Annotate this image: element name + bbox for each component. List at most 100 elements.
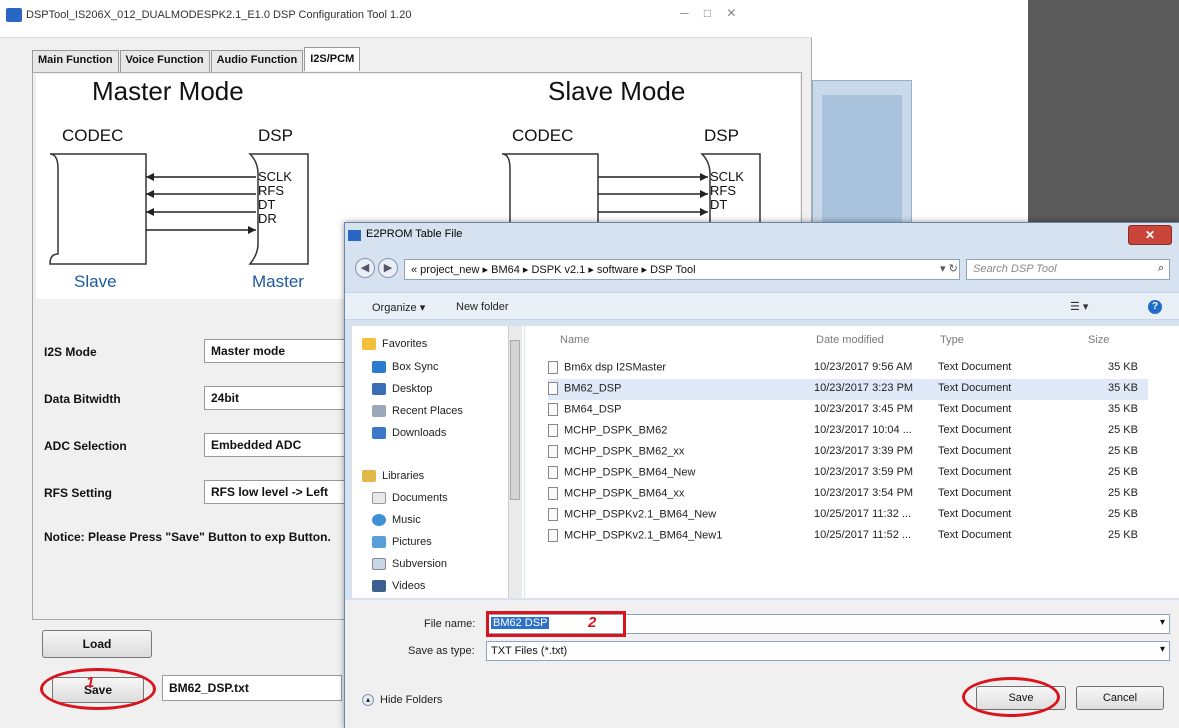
forward-icon[interactable]: ▶: [378, 258, 398, 278]
downloads-icon: [372, 427, 386, 439]
data-bitwidth-label: Data Bitwidth: [44, 392, 121, 406]
file-row[interactable]: MCHP_DSPK_BM62 10/23/2017 10:04 ... Text D…: [548, 421, 1148, 442]
signal-sclk: SCLK: [710, 169, 744, 184]
chevron-down-icon[interactable]: ▾: [1160, 617, 1165, 628]
i2s-mode-select[interactable]: Master mode: [204, 339, 354, 363]
search-icon[interactable]: ⌕: [1158, 262, 1164, 275]
app-title: DSPTool_IS206X_012_DUALMODESPK2.1_E1.0 D…: [26, 9, 412, 21]
text-file-icon: [548, 487, 558, 500]
rfs-setting-label: RFS Setting: [44, 486, 112, 500]
master-codec-role: Slave: [74, 272, 117, 291]
signal-sclk: SCLK: [258, 169, 292, 184]
text-file-icon: [548, 424, 558, 437]
save-type-label: Save as type:: [408, 645, 475, 657]
back-icon[interactable]: ◀: [355, 258, 375, 278]
nav-box-sync[interactable]: Box Sync: [372, 361, 438, 373]
file-row[interactable]: BM64_DSP 10/23/2017 3:45 PM Text Document 3…: [548, 400, 1148, 421]
text-file-icon: [548, 529, 558, 542]
nav-pictures[interactable]: Pictures: [372, 536, 432, 548]
nav-scrollbar-thumb[interactable]: [510, 340, 520, 500]
star-icon: [362, 338, 376, 350]
signal-rfs: RFS: [710, 183, 736, 198]
data-bitwidth-select[interactable]: 24bit: [204, 386, 354, 410]
master-dsp-label: DSP: [258, 126, 293, 145]
nav-favorites[interactable]: Favorites: [362, 338, 427, 350]
search-input[interactable]: Search DSP Tool: [966, 259, 1170, 280]
text-file-icon: [548, 361, 558, 374]
window-controls[interactable]: ─ □ ✕: [680, 6, 742, 20]
close-icon[interactable]: ✕: [1128, 225, 1172, 245]
file-row[interactable]: Bm6x dsp I2SMaster 10/23/2017 9:56 AM Text…: [548, 358, 1148, 379]
column-name[interactable]: Name: [560, 334, 589, 346]
cancel-button[interactable]: Cancel: [1076, 686, 1164, 710]
nav-recent-places[interactable]: Recent Places: [372, 405, 463, 417]
column-date[interactable]: Date modified: [816, 334, 884, 346]
i2s-mode-label: I2S Mode: [44, 345, 97, 359]
nav-subversion[interactable]: Subversion: [372, 558, 447, 570]
address-bar[interactable]: « project_new ▸ BM64 ▸ DSPK v2.1 ▸ softw…: [404, 259, 960, 280]
hide-folders-button[interactable]: ▴ Hide Folders: [362, 694, 442, 706]
text-file-icon: [548, 508, 558, 521]
nav-downloads[interactable]: Downloads: [372, 427, 446, 439]
master-codec-label: CODEC: [62, 126, 124, 145]
subversion-icon: [372, 558, 386, 570]
highlight-ellipse-dialog-save: [962, 677, 1060, 717]
text-file-icon: [548, 445, 558, 458]
nav-videos[interactable]: Videos: [372, 580, 425, 592]
videos-icon: [372, 580, 386, 592]
slave-signal-list: SCLK RFS DT: [710, 170, 744, 212]
help-icon[interactable]: ?: [1148, 300, 1162, 314]
file-row[interactable]: MCHP_DSPKv2.1_BM64_New 10/25/2017 11:32 .…: [548, 505, 1148, 526]
nav-documents[interactable]: Documents: [372, 492, 448, 504]
signal-dr: DR: [258, 211, 277, 226]
tab-i2s-pcm[interactable]: I2S/PCM: [304, 47, 361, 71]
file-row[interactable]: MCHP_DSPKv2.1_BM64_New1 10/25/2017 11:52 …: [548, 526, 1148, 547]
nav-libraries[interactable]: Libraries: [362, 470, 424, 482]
filename-field[interactable]: BM62_DSP.txt: [162, 675, 342, 701]
recent-places-icon: [372, 405, 386, 417]
file-row[interactable]: MCHP_DSPK_BM64_xx 10/23/2017 3:54 PM Text …: [548, 484, 1148, 505]
libraries-icon: [362, 470, 376, 482]
chevron-up-icon: ▴: [362, 694, 374, 706]
new-folder-button[interactable]: New folder: [456, 301, 509, 313]
column-type[interactable]: Type: [940, 334, 964, 346]
load-button[interactable]: Load: [42, 630, 152, 658]
slave-codec-label: CODEC: [512, 126, 574, 145]
column-size[interactable]: Size: [1088, 334, 1109, 346]
file-name-label: File name:: [424, 618, 476, 630]
annotation-2: 2: [588, 614, 597, 631]
file-row[interactable]: MCHP_DSPK_BM64_New 10/23/2017 3:59 PM Text…: [548, 463, 1148, 484]
rfs-setting-select[interactable]: RFS low level -> Left: [204, 480, 354, 504]
signal-dt: DT: [258, 197, 276, 212]
view-icon[interactable]: ☰ ▾: [1070, 300, 1088, 313]
nav-music[interactable]: Music: [372, 514, 421, 526]
highlight-box-filename: [486, 611, 626, 637]
tab-main-function[interactable]: Main Function: [32, 50, 119, 72]
save-type-select[interactable]: TXT Files (*.txt): [486, 641, 1170, 661]
documents-icon: [372, 492, 386, 504]
highlight-ellipse-save: [40, 668, 156, 710]
adc-selection-select[interactable]: Embedded ADC: [204, 433, 354, 457]
dialog-icon: [348, 230, 361, 241]
refresh-icon[interactable]: ▾ ↻: [940, 262, 958, 275]
dialog-title: E2PROM Table File: [366, 228, 463, 240]
text-file-icon: [548, 382, 558, 395]
nav-desktop[interactable]: Desktop: [372, 383, 432, 395]
chevron-down-icon[interactable]: ▾: [1160, 644, 1165, 655]
pictures-icon: [372, 536, 386, 548]
adc-selection-label: ADC Selection: [44, 439, 127, 453]
text-file-icon: [548, 403, 558, 416]
file-row[interactable]: MCHP_DSPK_BM62_xx 10/23/2017 3:39 PM Text …: [548, 442, 1148, 463]
app-icon: [6, 8, 22, 22]
signal-rfs: RFS: [258, 183, 284, 198]
music-icon: [372, 514, 386, 526]
text-file-icon: [548, 466, 558, 479]
annotation-1: 1: [86, 674, 95, 691]
master-mode-title: Master Mode: [92, 76, 244, 106]
file-row-selected[interactable]: BM62_DSP 10/23/2017 3:23 PM Text Document 3…: [548, 379, 1148, 400]
signal-dt: DT: [710, 197, 728, 212]
organize-button[interactable]: Organize ▾: [372, 301, 425, 314]
master-signal-list: SCLK RFS DT DR: [258, 170, 292, 226]
tab-voice-function[interactable]: Voice Function: [119, 50, 210, 72]
tab-audio-function[interactable]: Audio Function: [210, 50, 304, 72]
